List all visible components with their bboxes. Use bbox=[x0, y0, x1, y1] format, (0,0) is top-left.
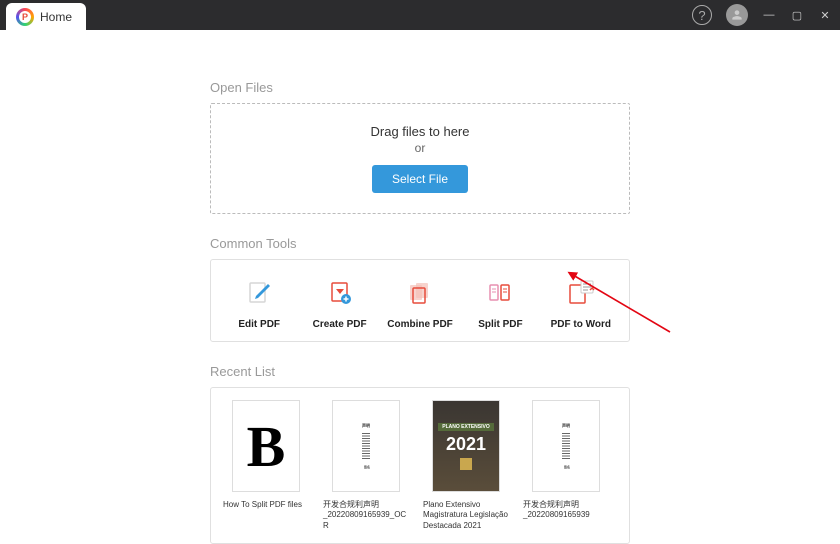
recent-item[interactable]: 声明签名 开发合规利声明_20220809165939 bbox=[523, 400, 609, 531]
select-file-button[interactable]: Select File bbox=[372, 165, 468, 193]
tool-label: Combine PDF bbox=[386, 318, 454, 331]
recent-item[interactable]: PLANO EXTENSIVO 2021 Plano Extensivo Mag… bbox=[423, 400, 509, 531]
pdf-to-word-icon bbox=[566, 278, 596, 308]
file-dropzone[interactable]: Drag files to here or Select File bbox=[210, 103, 630, 214]
recent-list-title: Recent List bbox=[210, 364, 630, 379]
recent-container: B How To Split PDF files 声明签名 开发合规利声明_20… bbox=[210, 387, 630, 544]
recent-item-label: Plano Extensivo Magistratura Legislação … bbox=[423, 500, 509, 531]
tool-create-pdf[interactable]: Create PDF bbox=[305, 278, 373, 331]
document-thumbnail: PLANO EXTENSIVO 2021 bbox=[432, 400, 500, 492]
tool-label: Edit PDF bbox=[225, 318, 293, 331]
titlebar: ? — ▢ ✕ bbox=[0, 0, 840, 30]
tool-split-pdf[interactable]: Split PDF bbox=[466, 278, 534, 331]
combine-pdf-icon bbox=[405, 278, 435, 308]
minimize-button[interactable]: — bbox=[762, 9, 776, 21]
recent-item[interactable]: 声明签名 开发合规利声明_20220809165939_OCR bbox=[323, 400, 409, 531]
common-tools-section: Common Tools Edit PDF Create PDF Combine… bbox=[210, 236, 630, 342]
tool-label: Create PDF bbox=[305, 318, 373, 331]
or-text: or bbox=[231, 141, 609, 155]
tab-label: Home bbox=[40, 10, 72, 24]
recent-item[interactable]: B How To Split PDF files bbox=[223, 400, 309, 531]
create-pdf-icon bbox=[325, 278, 355, 308]
edit-pdf-icon bbox=[244, 278, 274, 308]
open-files-title: Open Files bbox=[210, 80, 630, 95]
recent-item-label: 开发合规利声明_20220809165939 bbox=[523, 500, 609, 521]
maximize-button[interactable]: ▢ bbox=[790, 9, 804, 22]
close-button[interactable]: ✕ bbox=[818, 9, 832, 22]
tool-label: Split PDF bbox=[466, 318, 534, 331]
tool-pdf-to-word[interactable]: PDF to Word bbox=[547, 278, 615, 331]
open-files-section: Open Files Drag files to here or Select … bbox=[210, 80, 630, 214]
recent-item-label: 开发合规利声明_20220809165939_OCR bbox=[323, 500, 409, 531]
tool-edit-pdf[interactable]: Edit PDF bbox=[225, 278, 293, 331]
tool-combine-pdf[interactable]: Combine PDF bbox=[386, 278, 454, 331]
drag-hint-text: Drag files to here bbox=[231, 124, 609, 139]
document-thumbnail: B bbox=[232, 400, 300, 492]
tab-home[interactable]: Home bbox=[6, 3, 86, 31]
recent-item-label: How To Split PDF files bbox=[223, 500, 309, 510]
recent-list-section: Recent List B How To Split PDF files 声明签… bbox=[210, 364, 630, 544]
tool-label: PDF to Word bbox=[547, 318, 615, 331]
document-thumbnail: 声明签名 bbox=[532, 400, 600, 492]
user-avatar[interactable] bbox=[726, 4, 748, 26]
document-thumbnail: 声明签名 bbox=[332, 400, 400, 492]
help-icon[interactable]: ? bbox=[692, 5, 712, 25]
main-content: Open Files Drag files to here or Select … bbox=[0, 30, 840, 544]
common-tools-title: Common Tools bbox=[210, 236, 630, 251]
split-pdf-icon bbox=[485, 278, 515, 308]
tools-container: Edit PDF Create PDF Combine PDF Split PD… bbox=[210, 259, 630, 342]
app-logo-icon bbox=[16, 8, 34, 26]
